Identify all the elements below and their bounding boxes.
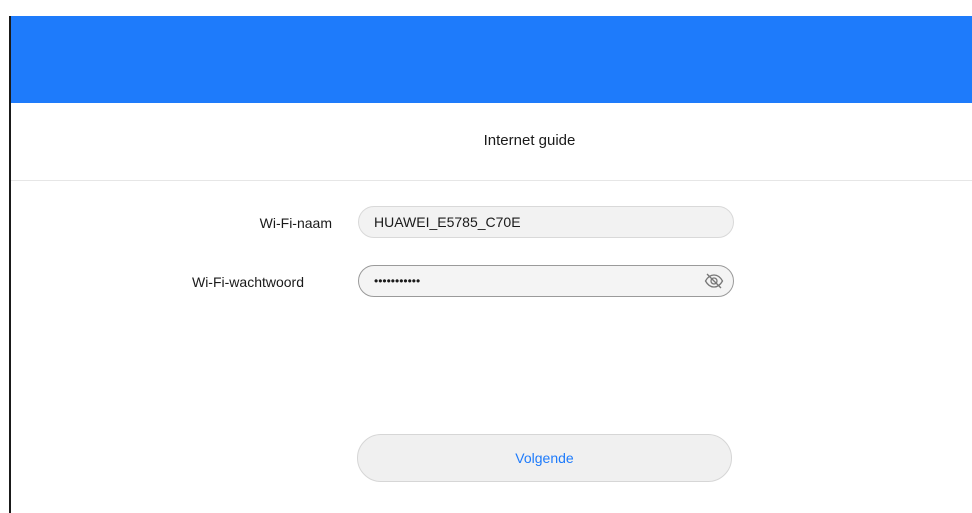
page-title: Internet guide — [483, 132, 576, 149]
eye-slash-icon[interactable] — [703, 271, 725, 291]
next-button-label: Volgende — [515, 450, 574, 466]
page-header: Internet guide — [11, 103, 972, 181]
wifi-password-field[interactable] — [358, 265, 734, 297]
wifi-name-field[interactable] — [358, 206, 734, 238]
wifi-name-row: Wi-Fi-naam — [11, 206, 972, 240]
top-banner — [11, 16, 972, 103]
wifi-password-row: Wi-Fi-wachtwoord — [11, 265, 972, 299]
internet-guide-page: Internet guide Wi-Fi-naam Wi-Fi-wachtwoo… — [0, 0, 972, 513]
next-button[interactable]: Volgende — [357, 434, 732, 482]
wifi-password-input[interactable] — [374, 266, 674, 296]
wifi-name-input[interactable] — [374, 207, 674, 237]
wifi-password-label: Wi-Fi-wachtwoord — [191, 274, 304, 290]
wifi-name-label: Wi-Fi-naam — [259, 215, 332, 231]
